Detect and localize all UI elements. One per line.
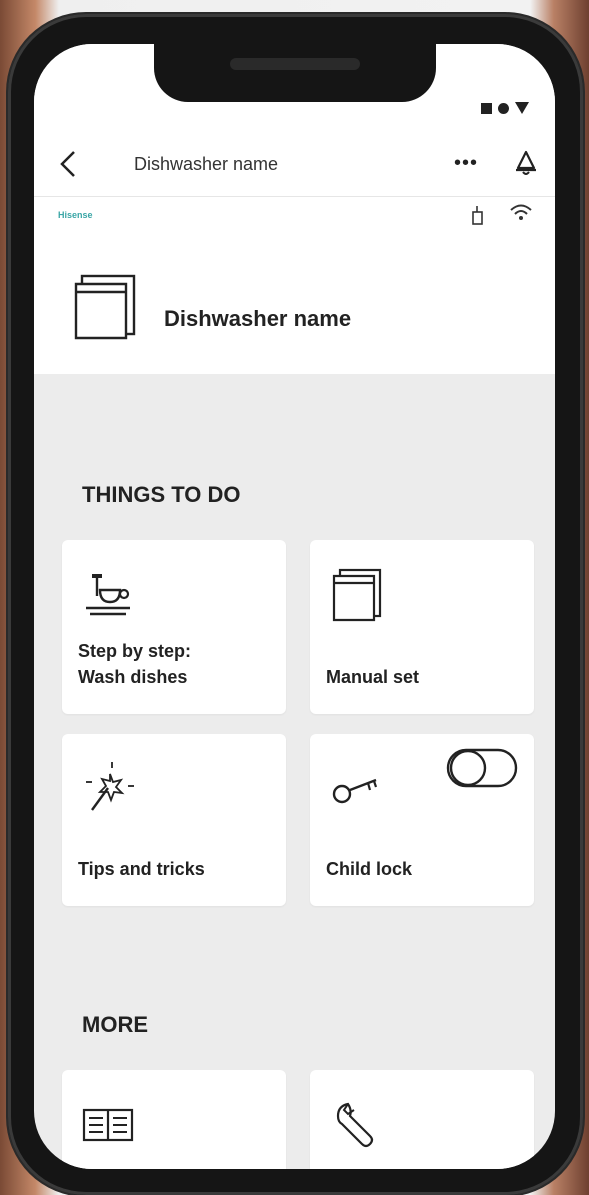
section-things-to-do: THINGS TO DO [82,482,241,507]
dish-icon [86,574,130,616]
card-tips-label: Tips and tricks [78,859,205,879]
dot-icon [498,102,509,114]
card-manual-set[interactable]: Manual set [310,540,534,714]
magic-wand-icon [86,762,134,811]
app-screen: Dishwasher name ••• Hisense Dishwasher n… [34,44,555,1169]
app-bar-title: Dishwasher name [134,154,279,174]
card-child-lock-label: Child lock [326,859,413,879]
more-menu-icon[interactable]: ••• [454,152,478,175]
wifi-status-icon [515,102,529,114]
notification-bell-icon[interactable] [512,148,540,178]
card-step-line2: Wash dishes [78,667,188,687]
card-service[interactable] [310,1070,534,1169]
device-name: Dishwasher name [164,306,352,331]
status-bar [481,102,529,114]
wrench-icon [336,1102,374,1148]
card-step-by-step[interactable]: Step by step: Wash dishes [62,540,286,714]
card-step-by-step-label: Step by step: Wash dishes [78,638,191,690]
remote-control-icon [472,206,483,225]
book-icon [82,1108,134,1142]
dishwasher-icon [332,568,382,622]
card-tips-and-tricks[interactable]: Tips and tricks [62,734,286,906]
brand-logo: Hisense [58,210,93,220]
child-lock-toggle[interactable] [446,748,518,788]
phone-frame: Dishwasher name ••• Hisense Dishwasher n… [8,14,583,1195]
dishwasher-icon [74,274,136,340]
app-bar: Dishwasher name ••• [34,136,555,197]
section-more: MORE [82,1012,148,1037]
back-icon[interactable] [54,148,84,180]
key-icon [332,778,378,804]
card-step-line1: Step by step: [78,641,192,661]
signal-icon [481,102,492,114]
card-child-lock[interactable]: Child lock [310,734,534,906]
wifi-icon [510,204,532,220]
card-user-manual[interactable] [62,1070,286,1169]
notch [154,44,436,102]
card-manual-set-label: Manual set [326,667,420,687]
speaker [230,58,360,70]
